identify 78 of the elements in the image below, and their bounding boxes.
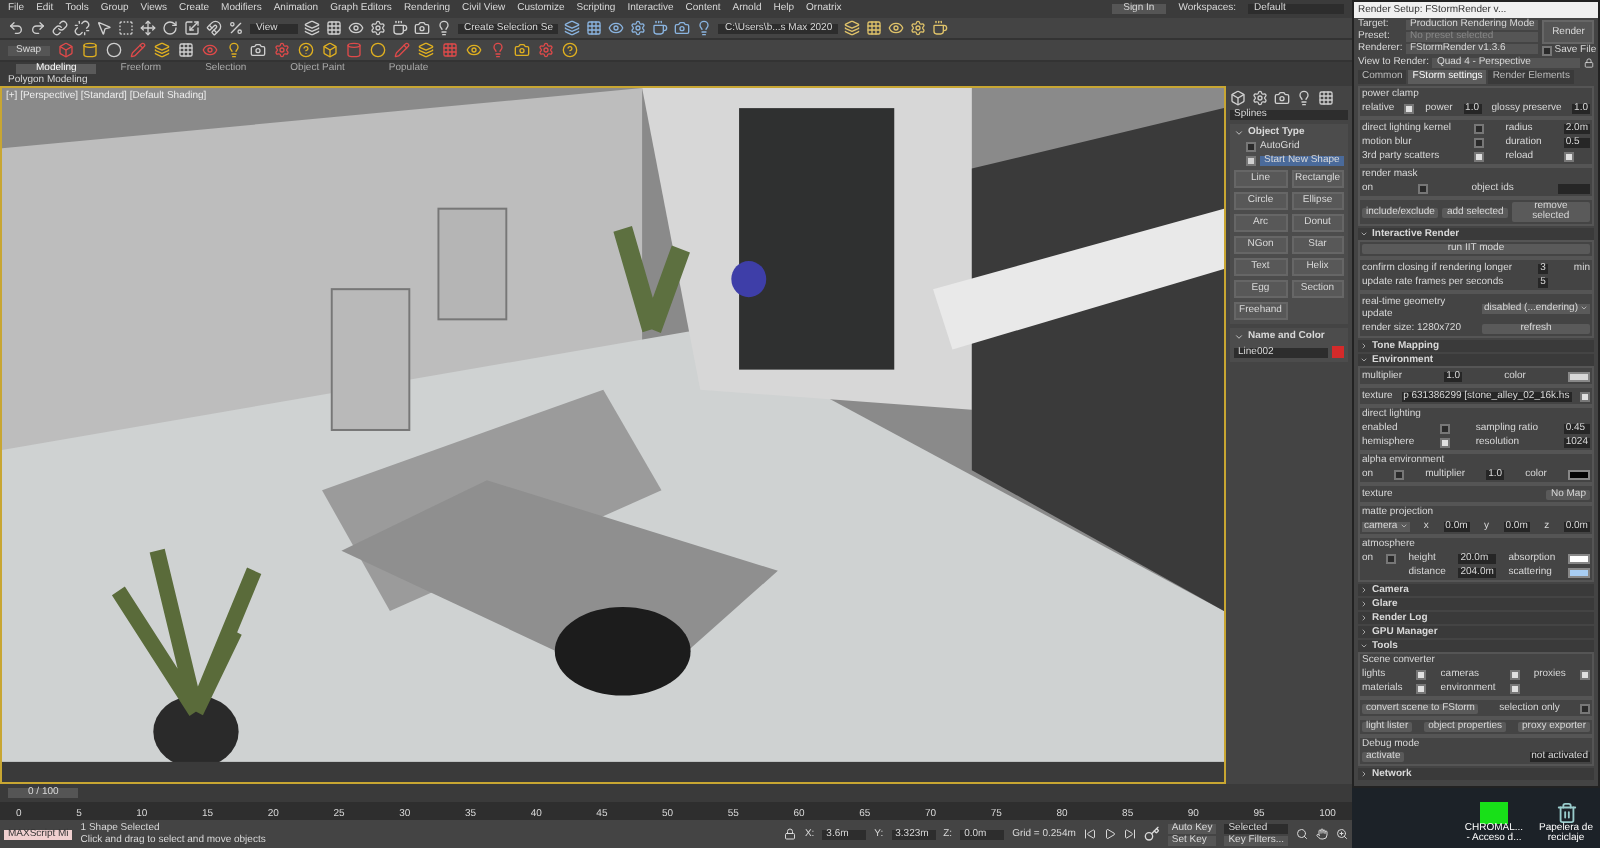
zoom-icon[interactable] [1296, 828, 1308, 840]
lock-icon[interactable] [784, 828, 797, 840]
percent-snap-icon[interactable] [228, 20, 244, 36]
camera-icon[interactable] [414, 20, 430, 36]
checkbox[interactable] [1416, 669, 1427, 679]
lock-icon[interactable] [1584, 58, 1594, 68]
checkbox[interactable] [1563, 151, 1574, 161]
checkbox[interactable] [1473, 123, 1484, 133]
checkbox[interactable] [1509, 683, 1520, 693]
play-icon[interactable] [1103, 828, 1116, 840]
pan-icon[interactable] [1316, 828, 1328, 840]
checkbox[interactable] [1440, 423, 1450, 433]
settings-icon[interactable] [630, 20, 647, 36]
layers-icon[interactable] [417, 42, 434, 58]
checkbox[interactable] [1404, 103, 1415, 113]
grid-icon[interactable] [586, 20, 603, 36]
checkbox[interactable] [1473, 151, 1484, 161]
panel-tab-icon[interactable] [1252, 90, 1268, 106]
undo-icon[interactable] [8, 20, 24, 36]
settings-icon[interactable] [910, 20, 927, 36]
checkbox[interactable] [1509, 669, 1520, 679]
color-swatch[interactable] [1567, 469, 1590, 479]
grid-icon[interactable] [866, 20, 883, 36]
checkbox[interactable] [1579, 669, 1590, 679]
checkbox[interactable] [1473, 137, 1484, 147]
view-icon[interactable] [348, 20, 364, 36]
eye-icon[interactable] [465, 42, 482, 58]
rollout-toggle-icon[interactable] [1234, 332, 1244, 342]
color-swatch[interactable] [1567, 553, 1590, 563]
help-icon[interactable] [297, 42, 314, 58]
rollout-toggle-icon[interactable] [1234, 128, 1244, 138]
move-icon[interactable] [140, 20, 156, 36]
light-icon[interactable] [225, 42, 242, 58]
rotate-icon[interactable] [162, 20, 178, 36]
redo-icon[interactable] [30, 20, 46, 36]
checkbox[interactable] [1246, 142, 1256, 152]
zoom-in-icon[interactable] [1336, 828, 1348, 840]
view-icon[interactable] [888, 20, 905, 36]
object-color-swatch[interactable] [1332, 346, 1344, 358]
layers-icon[interactable] [564, 20, 581, 36]
region-select-icon[interactable] [118, 20, 134, 36]
camera-icon[interactable] [249, 42, 266, 58]
camera-icon[interactable] [674, 20, 691, 36]
recycle-bin-icon[interactable] [1555, 802, 1577, 824]
scale-icon[interactable] [184, 20, 200, 36]
previous-frame-icon[interactable] [1083, 828, 1096, 840]
checkbox[interactable] [1385, 553, 1396, 563]
box-icon[interactable] [321, 42, 338, 58]
camera-icon[interactable] [513, 42, 530, 58]
checkbox[interactable] [1246, 156, 1256, 166]
checkbox[interactable] [1542, 46, 1553, 56]
key-icon[interactable] [1143, 826, 1160, 842]
cylinder-icon[interactable] [81, 42, 98, 58]
panel-tab-icon[interactable] [1230, 90, 1246, 106]
checkbox[interactable] [1394, 469, 1405, 479]
unlink-icon[interactable] [74, 20, 90, 36]
light-icon[interactable] [436, 20, 452, 36]
snap-icon[interactable] [206, 20, 222, 36]
layers-icon[interactable] [153, 42, 170, 58]
text-field[interactable] [1557, 183, 1590, 193]
panel-tab-icon[interactable] [1274, 90, 1290, 106]
checkbox[interactable] [1440, 437, 1450, 447]
panel-tab-icon[interactable] [1296, 90, 1312, 106]
layers-icon[interactable] [304, 20, 320, 36]
next-frame-icon[interactable] [1123, 828, 1136, 840]
select-icon[interactable] [96, 20, 112, 36]
checkbox[interactable] [1579, 391, 1590, 401]
panel-tab-icon[interactable] [1318, 90, 1334, 106]
color-swatch[interactable] [1567, 567, 1590, 577]
color-swatch[interactable] [1568, 371, 1590, 381]
checkbox[interactable] [1579, 703, 1590, 713]
checkbox[interactable] [1417, 183, 1428, 193]
layers-icon[interactable] [844, 20, 861, 36]
view-icon[interactable] [608, 20, 625, 36]
light-icon[interactable] [696, 20, 713, 36]
help-icon[interactable] [561, 42, 578, 58]
checkbox[interactable] [1416, 683, 1427, 693]
link-icon[interactable] [52, 20, 68, 36]
